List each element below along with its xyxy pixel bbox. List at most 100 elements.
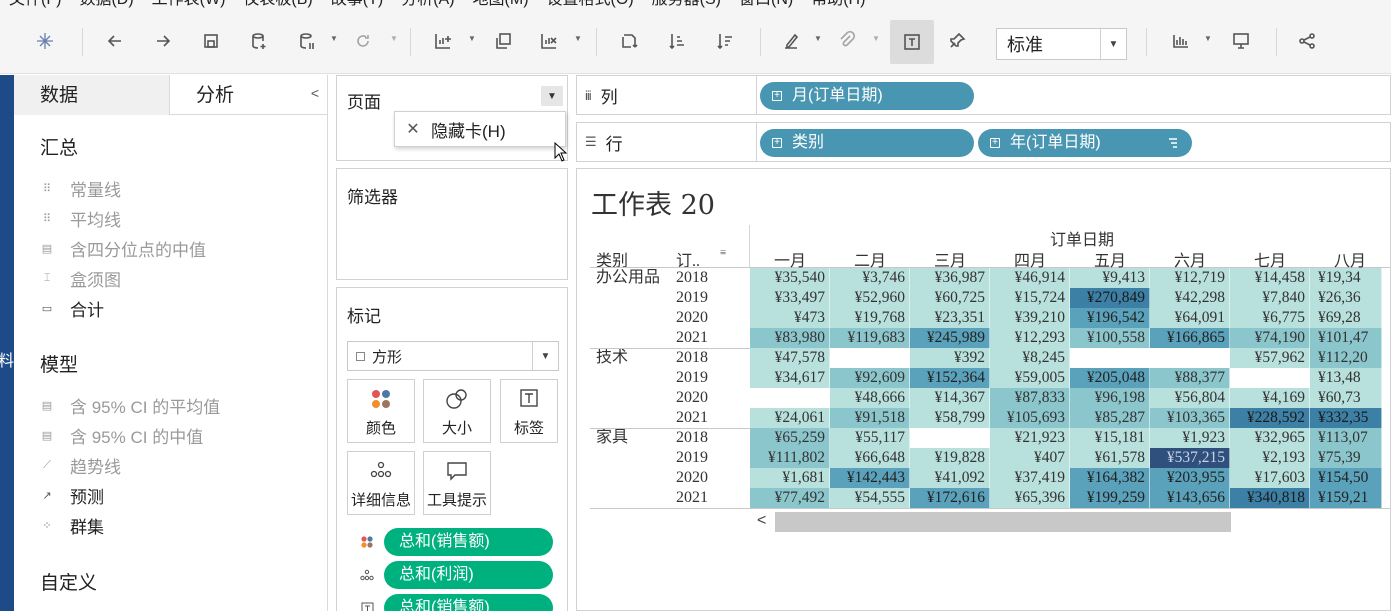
- expand-plus-icon[interactable]: +: [772, 91, 782, 101]
- show-labels-icon[interactable]: [890, 20, 934, 64]
- table-cell: ¥69,28: [1310, 308, 1382, 328]
- menu-item-hide-card[interactable]: 隐藏卡(H): [431, 117, 506, 142]
- filters-card-title: 筛选器: [347, 188, 398, 207]
- new-datasource-icon[interactable]: [244, 26, 274, 56]
- back-icon[interactable]: [100, 26, 130, 56]
- rows-pill-category[interactable]: + 类别: [760, 129, 974, 157]
- constant-line-icon: ⠿: [42, 182, 52, 195]
- duplicate-icon[interactable]: [488, 26, 518, 56]
- menu-item[interactable]: 帮助(H): [802, 0, 874, 10]
- table-cell: ¥39,210: [990, 308, 1070, 328]
- scroll-left-icon[interactable]: <: [757, 512, 766, 530]
- columns-pill-month[interactable]: + 月(订单日期): [760, 82, 974, 110]
- analytics-item-median-quartiles[interactable]: ▤ 含四分位点的中值: [40, 236, 206, 260]
- trend-line-icon: ⟋: [43, 458, 51, 471]
- analytics-item-label: 预测: [70, 487, 104, 507]
- marks-detail-button[interactable]: 详细信息: [347, 451, 415, 515]
- collapse-panel-icon[interactable]: <: [311, 85, 319, 101]
- table-cell: ¥61,578: [1070, 448, 1150, 468]
- fix-axes-icon[interactable]: [942, 26, 972, 56]
- table-cell: ¥8,245: [990, 348, 1070, 368]
- sort-descending-icon[interactable]: [710, 26, 740, 56]
- marks-size-button[interactable]: 大小: [423, 379, 491, 443]
- new-worksheet-icon[interactable]: [428, 26, 458, 56]
- tab-data[interactable]: 数据: [14, 75, 170, 115]
- menu-item[interactable]: 分析(A): [392, 0, 463, 10]
- menu-item[interactable]: 故事(T): [322, 0, 392, 10]
- menu-item[interactable]: 文件(F): [0, 0, 70, 10]
- chevron-down-icon[interactable]: ▼: [532, 342, 558, 370]
- analytics-item-box-plot[interactable]: ⌶ 盒须图: [40, 266, 121, 290]
- card-menu-button[interactable]: ▼: [541, 86, 563, 106]
- menu-item[interactable]: 工作表(W): [143, 0, 235, 10]
- menu-item[interactable]: 服务器(S): [643, 0, 730, 10]
- analytics-item-totals[interactable]: ▭ 合计: [40, 296, 104, 320]
- analytics-item-cluster[interactable]: ⁘ 群集: [40, 513, 104, 537]
- sort-ascending-icon[interactable]: [662, 26, 692, 56]
- menu-item[interactable]: 地图(M): [464, 0, 538, 10]
- chevron-down-icon[interactable]: ▼: [468, 34, 476, 43]
- tab-analysis[interactable]: 分析: [170, 75, 326, 115]
- chevron-down-icon[interactable]: ▼: [1100, 29, 1126, 59]
- marks-field-pill[interactable]: 总和(利润): [384, 561, 553, 589]
- table-cell: ¥113,07: [1310, 428, 1382, 448]
- worksheet-view: 工作表 20 订单日期 类别 订.. ≡ 一月 二月 三月 四月 五月 六月 七月 八月 办公用品 20…: [576, 168, 1391, 611]
- chevron-down-icon[interactable]: ▼: [574, 34, 582, 43]
- marks-card-title: 标记: [347, 307, 381, 326]
- analytics-item-median-ci[interactable]: ▤ 含 95% CI 的中值: [40, 423, 203, 447]
- forward-icon[interactable]: [148, 26, 178, 56]
- analytics-item-average-ci[interactable]: ▤ 含 95% CI 的平均值: [40, 393, 220, 417]
- mark-type-select[interactable]: 方形 ▼: [347, 341, 559, 371]
- fit-select[interactable]: 标准 ▼: [996, 28, 1127, 60]
- highlight-icon[interactable]: [776, 26, 806, 56]
- scrollbar-thumb[interactable]: [775, 512, 1231, 532]
- rows-pill-year[interactable]: + 年(订单日期): [978, 129, 1192, 157]
- table-cell: [1070, 348, 1150, 368]
- group-icon[interactable]: [832, 26, 862, 56]
- analytics-item-label: 趋势线: [70, 457, 121, 477]
- show-me-icon[interactable]: [1166, 26, 1196, 56]
- pill-label: 类别: [792, 134, 825, 151]
- menu-item[interactable]: 设置格式(O): [538, 0, 643, 10]
- analytics-item-forecast[interactable]: ↗ 预测: [40, 483, 104, 507]
- sort-descending-icon: ≡: [720, 247, 727, 259]
- table-cell: ¥143,656: [1150, 488, 1230, 508]
- marks-button-label: 详细信息: [350, 492, 411, 509]
- presentation-icon[interactable]: [1226, 26, 1256, 56]
- clear-sheet-icon[interactable]: [534, 26, 564, 56]
- menu-item[interactable]: 仪表板(B): [234, 0, 321, 10]
- marks-field-pill[interactable]: 总和(销售额): [384, 528, 553, 556]
- menu-item[interactable]: 窗口(N): [730, 0, 802, 10]
- table-cell: ¥101,47: [1310, 328, 1382, 348]
- refresh-icon[interactable]: [348, 26, 378, 56]
- tableau-logo-icon[interactable]: [30, 26, 60, 56]
- marks-field-pill[interactable]: 总和(销售额): [384, 594, 553, 611]
- swap-icon[interactable]: [614, 26, 644, 56]
- analytics-item-average-line[interactable]: ⠿ 平均线: [40, 206, 121, 230]
- chevron-down-icon[interactable]: ▼: [1204, 34, 1212, 43]
- row-label-year: 2021: [676, 329, 708, 346]
- chevron-down-icon[interactable]: ▼: [390, 34, 398, 43]
- marks-color-button[interactable]: 颜色: [347, 379, 415, 443]
- row-label-year: 2020: [676, 469, 708, 486]
- pause-updates-icon[interactable]: [292, 26, 322, 56]
- table-cell: ¥159,21: [1310, 488, 1382, 508]
- marks-label-button[interactable]: 标签: [500, 379, 558, 443]
- chevron-down-icon[interactable]: ▼: [330, 34, 338, 43]
- category-divider: [590, 348, 750, 349]
- expand-plus-icon[interactable]: +: [772, 138, 782, 148]
- horizontal-scrollbar[interactable]: <: [751, 511, 1231, 533]
- marks-tooltip-button[interactable]: 工具提示: [423, 451, 491, 515]
- row-label-category: 技术: [596, 349, 629, 366]
- table-cell: ¥37,419: [990, 468, 1070, 488]
- analytics-item-trend-line[interactable]: ⟋ 趋势线: [40, 453, 121, 477]
- chevron-down-icon[interactable]: ▼: [872, 34, 880, 43]
- share-icon[interactable]: [1292, 26, 1322, 56]
- chevron-down-icon[interactable]: ▼: [814, 34, 822, 43]
- save-icon[interactable]: [196, 26, 226, 56]
- expand-plus-icon[interactable]: +: [990, 138, 1000, 148]
- table-cell: ¥19,828: [910, 448, 990, 468]
- analytics-item-constant-line[interactable]: ⠿ 常量线: [40, 176, 121, 200]
- table-cell: ¥13,48: [1310, 368, 1382, 388]
- menu-item[interactable]: 数据(D): [70, 0, 142, 10]
